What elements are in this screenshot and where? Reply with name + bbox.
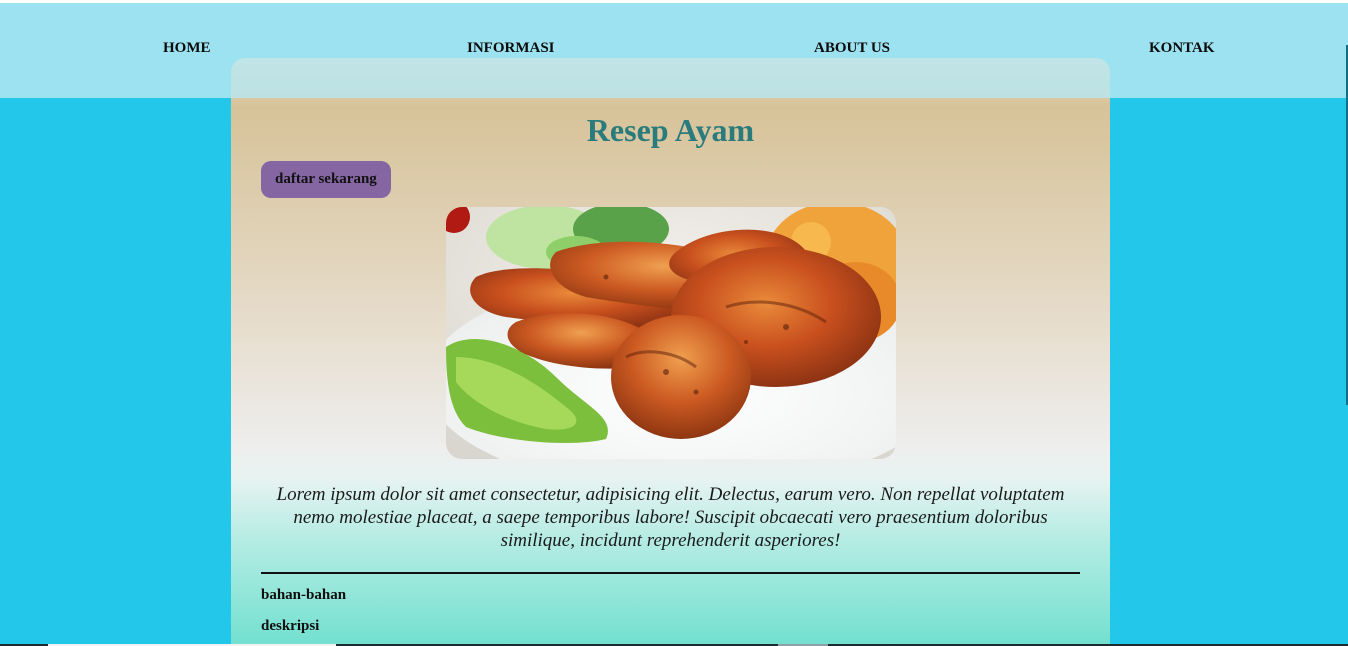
nav-home[interactable]: HOME xyxy=(163,40,211,57)
page: Resep Ayam daftar sekarang Lorem ipsum d… xyxy=(0,0,1348,646)
nav-kontak[interactable]: KONTAK xyxy=(1149,40,1215,57)
nav-about-us[interactable]: ABOUT US xyxy=(814,40,890,57)
page-title: Resep Ayam xyxy=(586,112,755,148)
nav-informasi[interactable]: INFORMASI xyxy=(467,40,555,57)
chicken-image xyxy=(446,207,896,459)
link-bahan-bahan[interactable]: bahan-bahan xyxy=(261,587,346,604)
navbar: HOME INFORMASI ABOUT US KONTAK xyxy=(0,3,1348,98)
link-deskripsi[interactable]: deskripsi xyxy=(261,618,319,635)
recipe-description: Lorem ipsum dolor sit amet consectetur, … xyxy=(276,484,1065,551)
register-button[interactable]: daftar sekarang xyxy=(261,161,391,198)
content-card: Resep Ayam daftar sekarang Lorem ipsum d… xyxy=(231,58,1110,646)
section-divider xyxy=(261,572,1080,574)
